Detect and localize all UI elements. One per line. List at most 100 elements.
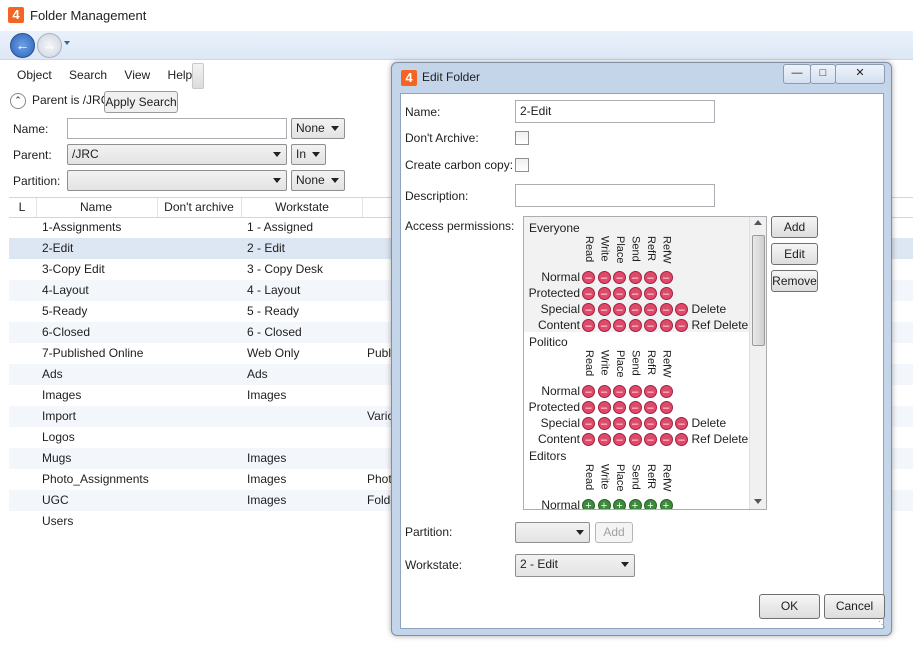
- menu-help[interactable]: Help: [168, 68, 193, 82]
- apply-search-button[interactable]: Apply Search: [104, 91, 178, 113]
- permission-deny-icon[interactable]: –: [675, 303, 688, 316]
- permission-deny-icon[interactable]: –: [613, 417, 626, 430]
- permission-deny-icon[interactable]: –: [597, 303, 611, 316]
- permissions-list[interactable]: Everyone Read Write Place Send RefR RefW Normal…: [523, 216, 767, 510]
- permission-allow-icon[interactable]: +: [613, 499, 626, 509]
- cancel-button[interactable]: Cancel: [824, 594, 885, 619]
- permission-deny-icon[interactable]: –: [582, 303, 595, 316]
- permission-deny-icon[interactable]: –: [613, 385, 626, 398]
- permission-deny-icon[interactable]: –: [613, 401, 626, 414]
- permissions-scrollbar[interactable]: [749, 217, 766, 509]
- partition-operator-select[interactable]: None: [291, 170, 345, 191]
- permission-deny-icon[interactable]: –: [628, 271, 642, 284]
- folder-name-input[interactable]: 2-Edit: [515, 100, 715, 123]
- permission-allow-icon[interactable]: +: [628, 499, 642, 509]
- permission-deny-icon[interactable]: –: [597, 287, 611, 300]
- permission-deny-icon[interactable]: –: [613, 433, 626, 446]
- permission-deny-icon[interactable]: –: [659, 319, 673, 332]
- permission-allow-icon[interactable]: +: [582, 499, 595, 509]
- permission-deny-icon[interactable]: –: [613, 287, 626, 300]
- permission-deny-icon[interactable]: –: [659, 385, 673, 398]
- permission-deny-icon[interactable]: –: [582, 401, 595, 414]
- permission-deny-icon[interactable]: –: [628, 385, 642, 398]
- permission-deny-icon[interactable]: –: [644, 319, 657, 332]
- scroll-down-icon[interactable]: [754, 499, 762, 504]
- permission-deny-icon[interactable]: –: [675, 433, 688, 446]
- permission-deny-icon[interactable]: –: [644, 417, 657, 430]
- permission-group-name[interactable]: Editors: [529, 449, 566, 463]
- permission-allow-icon[interactable]: +: [597, 499, 611, 509]
- column-header-name[interactable]: Name: [37, 200, 155, 214]
- partition-select[interactable]: [67, 170, 287, 191]
- permission-deny-icon[interactable]: –: [628, 417, 642, 430]
- partition-add-button[interactable]: Add: [595, 522, 633, 543]
- permission-remove-button[interactable]: Remove: [771, 270, 818, 292]
- permission-deny-icon[interactable]: –: [613, 303, 626, 316]
- description-input[interactable]: [515, 184, 715, 207]
- permission-deny-icon[interactable]: –: [582, 417, 595, 430]
- permission-deny-icon[interactable]: –: [675, 417, 688, 430]
- permission-deny-icon[interactable]: –: [628, 287, 642, 300]
- workstate-select[interactable]: 2 - Edit: [515, 554, 635, 577]
- permission-deny-icon[interactable]: –: [644, 303, 657, 316]
- ok-button[interactable]: OK: [759, 594, 820, 619]
- scroll-up-icon[interactable]: [754, 220, 762, 225]
- permission-deny-icon[interactable]: –: [675, 319, 688, 332]
- permission-deny-icon[interactable]: –: [582, 385, 595, 398]
- permission-deny-icon[interactable]: –: [628, 319, 642, 332]
- column-header-dont-archive[interactable]: Don't archive: [158, 200, 240, 214]
- permission-deny-icon[interactable]: –: [628, 433, 642, 446]
- permission-deny-icon[interactable]: –: [582, 319, 595, 332]
- toolbar-grip[interactable]: [192, 63, 204, 89]
- back-arrow-icon[interactable]: ←: [10, 33, 35, 58]
- dont-archive-checkbox[interactable]: [515, 131, 529, 145]
- permission-deny-icon[interactable]: –: [597, 401, 611, 414]
- permission-deny-icon[interactable]: –: [582, 433, 595, 446]
- maximize-icon[interactable]: □: [810, 64, 836, 84]
- minimize-icon[interactable]: —: [783, 64, 811, 84]
- permission-deny-icon[interactable]: –: [644, 385, 657, 398]
- carbon-copy-checkbox[interactable]: [515, 158, 529, 172]
- permission-deny-icon[interactable]: –: [597, 271, 611, 284]
- permission-deny-icon[interactable]: –: [597, 319, 611, 332]
- permission-deny-icon[interactable]: –: [582, 287, 595, 300]
- permission-deny-icon[interactable]: –: [613, 271, 626, 284]
- permission-deny-icon[interactable]: –: [644, 287, 657, 300]
- permission-add-button[interactable]: Add: [771, 216, 818, 238]
- permission-deny-icon[interactable]: –: [659, 303, 673, 316]
- parent-select[interactable]: /JRC: [67, 144, 287, 165]
- permission-deny-icon[interactable]: –: [597, 417, 611, 430]
- column-header-l[interactable]: L: [17, 200, 27, 214]
- collapse-chevron-icon[interactable]: ⌃: [10, 93, 26, 109]
- name-operator-select[interactable]: None: [291, 118, 345, 139]
- history-dropdown-icon[interactable]: [64, 41, 70, 45]
- permission-group-name[interactable]: Politico: [529, 335, 568, 349]
- permission-deny-icon[interactable]: –: [644, 401, 657, 414]
- permission-deny-icon[interactable]: –: [659, 401, 673, 414]
- permission-deny-icon[interactable]: –: [582, 271, 595, 284]
- parent-operator-select[interactable]: In: [291, 144, 326, 165]
- permission-deny-icon[interactable]: –: [659, 271, 673, 284]
- permission-group-name[interactable]: Everyone: [529, 221, 580, 235]
- permission-deny-icon[interactable]: –: [659, 433, 673, 446]
- permission-edit-button[interactable]: Edit: [771, 243, 818, 265]
- menu-object[interactable]: Object: [17, 68, 52, 82]
- name-search-input[interactable]: [67, 118, 287, 139]
- menu-search[interactable]: Search: [69, 68, 107, 82]
- permission-deny-icon[interactable]: –: [644, 433, 657, 446]
- permission-deny-icon[interactable]: –: [628, 401, 642, 414]
- column-header-workstate[interactable]: Workstate: [242, 200, 362, 214]
- permission-deny-icon[interactable]: –: [597, 433, 611, 446]
- permission-deny-icon[interactable]: –: [644, 271, 657, 284]
- forward-arrow-icon[interactable]: →: [37, 33, 62, 58]
- permission-allow-icon[interactable]: +: [644, 499, 657, 509]
- permission-deny-icon[interactable]: –: [597, 385, 611, 398]
- resize-grip-icon[interactable]: ⋱: [878, 621, 886, 629]
- close-icon[interactable]: ✕: [835, 64, 885, 84]
- dialog-partition-select[interactable]: [515, 522, 590, 543]
- menu-view[interactable]: View: [124, 68, 150, 82]
- permission-deny-icon[interactable]: –: [613, 319, 626, 332]
- permission-deny-icon[interactable]: –: [628, 303, 642, 316]
- permission-allow-icon[interactable]: +: [659, 499, 673, 509]
- permission-deny-icon[interactable]: –: [659, 417, 673, 430]
